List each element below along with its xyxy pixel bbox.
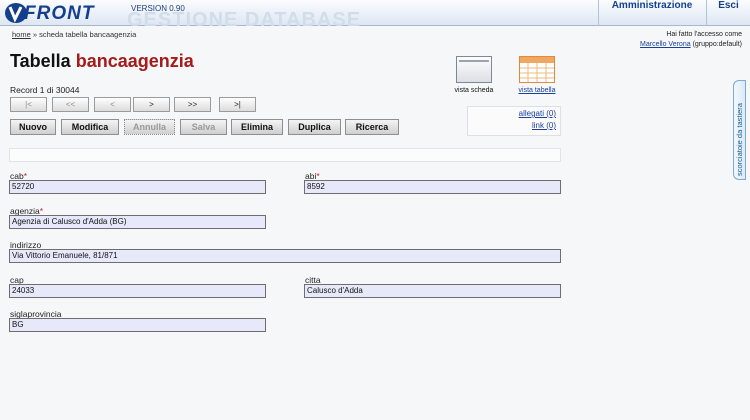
nuovo-button[interactable]: Nuovo	[10, 119, 56, 135]
agenzia-field[interactable]: Agenzia di Calusco d'Adda (BG)	[9, 215, 266, 229]
next-page-button[interactable]: >>	[174, 97, 211, 112]
next-record-button[interactable]: >	[133, 97, 170, 112]
prev-record-button[interactable]: <	[94, 97, 131, 112]
record-counter: Record 1 di 30044	[10, 85, 80, 95]
form-view-icon	[456, 56, 492, 83]
salva-button[interactable]: Salva	[180, 119, 227, 135]
title-table-name: bancaagenzia	[75, 51, 194, 71]
elimina-button[interactable]: Elimina	[231, 119, 283, 135]
view-tabella-button[interactable]: vista tabella	[509, 56, 565, 94]
indirizzo-field[interactable]: Via Vittorio Emanuele, 81/871	[9, 249, 561, 263]
breadcrumb: home » scheda tabella bancaagenzia	[12, 30, 136, 39]
access-text: Hai fatto l'accesso come	[666, 31, 742, 38]
access-info: Hai fatto l'accesso come Marcello Verona…	[640, 30, 742, 50]
vfront-logo[interactable]: FRONT	[4, 2, 122, 24]
view-scheda-label: vista scheda	[454, 87, 494, 94]
citta-field[interactable]: Calusco d'Adda	[304, 284, 561, 298]
view-tabella-label: vista tabella	[518, 87, 556, 94]
view-scheda-button[interactable]: vista scheda	[446, 56, 502, 94]
cap-field[interactable]: 24033	[9, 284, 266, 298]
user-group: (gruppo:default)	[692, 41, 742, 48]
first-record-button[interactable]: |<	[10, 97, 47, 112]
link-link[interactable]: link (0)	[532, 121, 556, 130]
app-header: FRONT GESTIONE DATABASE VERSION 0.90 Amm…	[0, 0, 750, 31]
admin-button[interactable]: Amministrazione	[598, 0, 705, 26]
logo-text: FRONT	[24, 3, 95, 24]
attachments-box: allegati (0) link (0)	[467, 106, 561, 136]
message-bar	[9, 148, 561, 162]
breadcrumb-home-link[interactable]: home	[12, 30, 31, 39]
user-link[interactable]: Marcello Verona	[640, 41, 691, 48]
breadcrumb-current: scheda tabella bancaagenzia	[39, 30, 137, 39]
table-view-icon	[519, 56, 555, 83]
annulla-button[interactable]: Annulla	[124, 119, 175, 135]
abi-field[interactable]: 8592	[304, 180, 561, 194]
last-record-button[interactable]: >|	[219, 97, 256, 112]
duplica-button[interactable]: Duplica	[288, 119, 341, 135]
ricerca-button[interactable]: Ricerca	[345, 119, 399, 135]
modifica-button[interactable]: Modifica	[61, 119, 119, 135]
cab-field[interactable]: 52720	[9, 180, 266, 194]
exit-button[interactable]: Esci	[706, 0, 750, 26]
breadcrumb-separator: »	[30, 30, 40, 39]
page-title: Tabella bancaagenzia	[10, 51, 194, 72]
version-label: VERSION 0.90	[131, 4, 185, 13]
prev-page-button[interactable]: <<	[52, 97, 89, 112]
allegati-link[interactable]: allegati (0)	[519, 109, 556, 118]
title-prefix: Tabella	[10, 51, 76, 71]
siglaprovincia-field[interactable]: BG	[9, 318, 266, 332]
keyboard-shortcuts-label: scorciatoie da tastiera	[735, 103, 744, 176]
keyboard-shortcuts-tab[interactable]: scorciatoie da tastiera	[733, 80, 746, 180]
